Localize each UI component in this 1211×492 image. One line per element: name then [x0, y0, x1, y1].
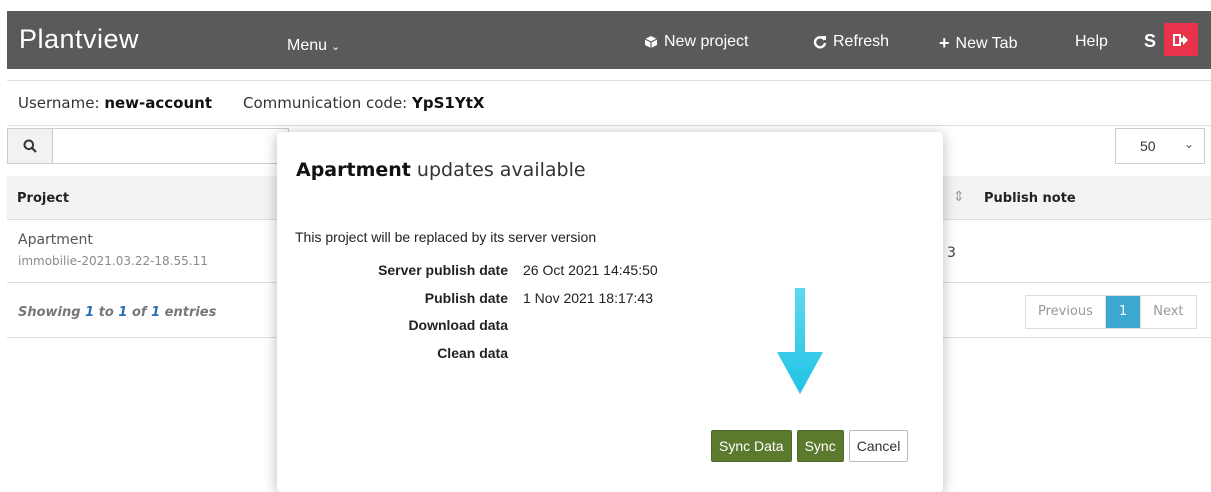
user-info-bar: Username: new-account Communication code…	[7, 80, 1211, 126]
showing-to-word: to	[98, 305, 114, 320]
menu-label: Menu	[287, 37, 328, 54]
new-tab-label: New Tab	[955, 34, 1018, 52]
cube-icon	[644, 36, 658, 48]
search-button[interactable]	[8, 129, 53, 163]
code-label: Communication code:	[243, 94, 408, 112]
logout-button[interactable]	[1164, 23, 1198, 56]
sync-data-button[interactable]: Sync Data	[711, 430, 792, 462]
showing-from: 1	[85, 305, 95, 320]
chevron-down-icon: ⌄	[331, 41, 341, 53]
sign-out-icon	[1173, 33, 1188, 46]
refresh-icon	[813, 36, 827, 49]
project-id: immobilie-2021.03.22-18.55.11	[18, 254, 208, 268]
modal-message: This project will be replaced by its ser…	[295, 229, 597, 245]
chevron-down-icon: ⌄	[1184, 137, 1195, 151]
top-navbar: Plantview Menu ⌄ New project Refresh + Ne…	[7, 11, 1211, 69]
entries-info: Showing 1 to 1 of 1 entries	[18, 305, 216, 320]
app-brand[interactable]: Plantview	[19, 24, 139, 55]
username-label: Username:	[18, 94, 100, 112]
updates-modal: Apartment updates available This project…	[277, 132, 943, 492]
info-row-server-publish-date: Server publish date 26 Oct 2021 14:45:50	[277, 262, 917, 282]
help-button[interactable]: Help	[1075, 33, 1108, 51]
showing-suffix: entries	[164, 305, 217, 320]
modal-buttons: Sync Data Sync Cancel	[711, 430, 909, 462]
page-1-button[interactable]: 1	[1105, 296, 1141, 328]
sync-button[interactable]: Sync	[796, 430, 844, 462]
search-icon	[23, 139, 37, 153]
table-cell-partial: 3	[947, 245, 956, 261]
username-value: new-account	[104, 94, 212, 112]
pagination: Previous 1 Next	[1025, 295, 1197, 329]
user-initial[interactable]: S	[1144, 31, 1156, 52]
new-project-label: New project	[664, 33, 749, 50]
showing-to: 1	[118, 305, 128, 320]
modal-title-project: Apartment	[296, 159, 411, 181]
help-label: Help	[1075, 33, 1108, 50]
info-label: Download data	[408, 317, 508, 333]
plus-icon: +	[939, 33, 950, 53]
sort-icon[interactable]: ⇕	[953, 189, 965, 205]
info-label: Server publish date	[378, 262, 508, 278]
showing-prefix: Showing	[18, 305, 81, 320]
modal-title: Apartment updates available	[296, 159, 586, 181]
refresh-label: Refresh	[833, 33, 890, 50]
refresh-button[interactable]: Refresh	[813, 33, 889, 51]
previous-page-button[interactable]: Previous	[1026, 296, 1106, 328]
showing-total: 1	[151, 305, 161, 320]
communication-code-info: Communication code: YpS1YtX	[243, 94, 484, 112]
code-value: YpS1YtX	[412, 94, 485, 112]
page-size-value: 50	[1140, 138, 1156, 154]
username-info: Username: new-account	[18, 94, 212, 112]
arrow-down-icon	[777, 288, 823, 394]
modal-title-rest: updates available	[410, 159, 586, 181]
info-label: Publish date	[424, 290, 508, 306]
info-value: 1 Nov 2021 18:17:43	[523, 290, 653, 306]
column-header-publish-note[interactable]: Publish note	[984, 191, 1076, 206]
search-input[interactable]	[7, 128, 289, 164]
page-size-select[interactable]: 50 ⌄	[1115, 128, 1205, 164]
cancel-button[interactable]: Cancel	[848, 430, 909, 462]
next-page-button[interactable]: Next	[1140, 296, 1195, 328]
menu-dropdown[interactable]: Menu ⌄	[287, 37, 340, 55]
new-project-button[interactable]: New project	[644, 33, 748, 51]
project-name: Apartment	[18, 232, 93, 248]
column-header-project[interactable]: Project	[17, 191, 69, 206]
new-tab-button[interactable]: + New Tab	[939, 33, 1017, 54]
info-value: 26 Oct 2021 14:45:50	[523, 262, 658, 278]
info-label: Clean data	[437, 345, 508, 361]
showing-of-word: of	[131, 305, 147, 320]
